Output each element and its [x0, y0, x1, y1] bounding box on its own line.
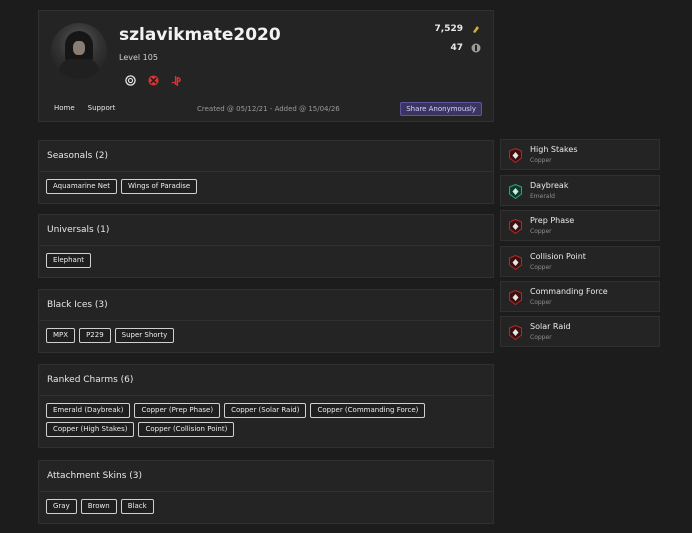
- ubisoft-icon[interactable]: [125, 75, 136, 86]
- item-chip: Emerald (Daybreak): [46, 403, 131, 418]
- credits-icon: [471, 43, 481, 53]
- rank-season-name: Solar Raid: [530, 322, 571, 331]
- item-chip: Wings of Paradise: [121, 179, 198, 194]
- renown-value: 7,529: [434, 24, 463, 34]
- copper-rank-icon: [509, 255, 522, 270]
- item-chip: Black: [120, 499, 154, 514]
- section-universals: Universals (1) Elephant: [38, 214, 494, 278]
- renown-stat: 7,529: [435, 24, 481, 34]
- copper-rank-icon: [509, 219, 522, 234]
- item-chip: Copper (Solar Raid): [224, 403, 307, 418]
- item-chip: Brown: [80, 499, 117, 514]
- rank-card: Commanding Force Copper: [500, 281, 660, 312]
- created-date-text: Created @ 05/12/21 - Added @ 15/04/26: [197, 105, 340, 113]
- section-title: Black Ices (3): [39, 290, 493, 321]
- rank-tier: Copper: [530, 299, 552, 306]
- rank-season-name: Collision Point: [530, 252, 586, 261]
- section-title: Universals (1): [39, 215, 493, 246]
- rank-card: Prep Phase Copper: [500, 210, 660, 241]
- credits-value: 47: [450, 43, 463, 53]
- avatar: [51, 23, 107, 79]
- emerald-rank-icon: [509, 184, 522, 199]
- item-chip: Gray: [46, 499, 77, 514]
- rank-season-name: Prep Phase: [530, 216, 575, 225]
- item-chip: Copper (Prep Phase): [134, 403, 221, 418]
- item-chip: Aquamarine Net: [46, 179, 118, 194]
- rank-card: High Stakes Copper: [500, 139, 660, 170]
- nav-support[interactable]: Support: [88, 104, 116, 112]
- share-anonymously-button[interactable]: Share Anonymously: [400, 102, 482, 116]
- credits-stat: 47: [450, 43, 481, 53]
- nav-home[interactable]: Home: [54, 104, 75, 112]
- rank-card: Collision Point Copper: [500, 246, 660, 277]
- section-attachment-skins: Attachment Skins (3) Gray Brown Black: [38, 460, 494, 524]
- section-title: Seasonals (2): [39, 141, 493, 172]
- rank-season-name: Commanding Force: [530, 287, 608, 296]
- item-chip: P229: [79, 328, 111, 343]
- section-ranked-charms: Ranked Charms (6) Emerald (Daybreak) Cop…: [38, 364, 494, 448]
- profile-nav: Home Support: [54, 104, 115, 112]
- xbox-icon[interactable]: [148, 75, 159, 86]
- username: szlavikmate2020: [119, 25, 281, 45]
- rank-season-name: Daybreak: [530, 181, 569, 190]
- rank-tier: Copper: [530, 334, 552, 341]
- rank-card: Daybreak Emerald: [500, 175, 660, 206]
- rank-tier: Copper: [530, 157, 552, 164]
- rank-tier: Copper: [530, 228, 552, 235]
- section-black-ices: Black Ices (3) MPX P229 Super Shorty: [38, 289, 494, 353]
- rank-tier: Emerald: [530, 193, 555, 200]
- playstation-icon[interactable]: [171, 75, 182, 86]
- rank-season-name: High Stakes: [530, 145, 578, 154]
- item-chip: Copper (Collision Point): [138, 422, 235, 437]
- item-chip: Copper (High Stakes): [46, 422, 135, 437]
- platform-list: [125, 75, 182, 86]
- player-level: Level 105: [119, 53, 158, 62]
- copper-rank-icon: [509, 148, 522, 163]
- copper-rank-icon: [509, 290, 522, 305]
- profile-card: szlavikmate2020 Level 105 7,529 47 Home …: [38, 10, 494, 122]
- item-chip: MPX: [46, 328, 76, 343]
- section-title: Attachment Skins (3): [39, 461, 493, 492]
- section-seasonals: Seasonals (2) Aquamarine Net Wings of Pa…: [38, 140, 494, 204]
- section-title: Ranked Charms (6): [39, 365, 493, 396]
- rank-card: Solar Raid Copper: [500, 316, 660, 347]
- rank-tier: Copper: [530, 264, 552, 271]
- copper-rank-icon: [509, 325, 522, 340]
- renown-icon: [473, 26, 479, 33]
- item-chip: Super Shorty: [114, 328, 175, 343]
- item-chip: Copper (Commanding Force): [310, 403, 426, 418]
- item-chip: Elephant: [46, 253, 92, 268]
